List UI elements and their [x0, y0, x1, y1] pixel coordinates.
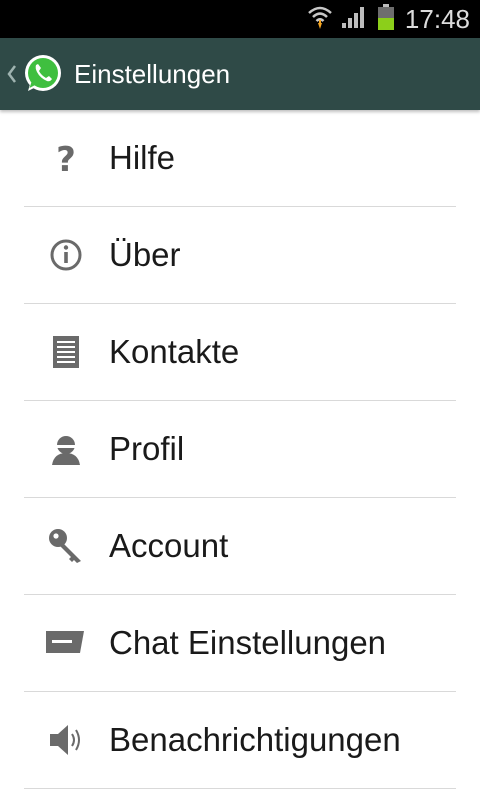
battery-icon — [377, 3, 395, 36]
status-time: 17:48 — [404, 3, 470, 34]
menu-item-profil[interactable]: Profil — [24, 401, 456, 498]
menu-item-kontakte[interactable]: Kontakte — [24, 304, 456, 401]
action-bar: Einstellungen — [0, 38, 480, 110]
menu-item-label: Account — [109, 527, 229, 564]
menu-item-account[interactable]: Account — [24, 498, 456, 595]
profile-icon — [46, 429, 86, 469]
settings-list: ? Hilfe Über Kontakte Profil Account Cha… — [0, 110, 480, 789]
menu-item-ueber[interactable]: Über — [24, 207, 456, 304]
status-bar: 17:48 — [0, 0, 480, 38]
svg-text:?: ? — [56, 140, 76, 178]
back-caret-icon[interactable] — [5, 60, 19, 88]
status-icons: 17:48 — [307, 0, 470, 38]
wifi-icon — [307, 4, 333, 35]
speaker-icon — [46, 720, 86, 760]
menu-item-hilfe[interactable]: ? Hilfe — [24, 110, 456, 207]
menu-item-label: Benachrichtigungen — [109, 721, 401, 758]
menu-item-benachrichtigungen[interactable]: Benachrichtigungen — [24, 692, 456, 789]
menu-item-chat-einstellungen[interactable]: Chat Einstellungen — [24, 595, 456, 692]
action-bar-title: Einstellungen — [74, 59, 231, 89]
menu-item-label: Profil — [109, 430, 185, 467]
contacts-icon — [46, 332, 86, 372]
menu-item-label: Hilfe — [109, 139, 176, 176]
info-icon — [46, 235, 86, 275]
menu-item-label: Chat Einstellungen — [109, 624, 387, 661]
chat-icon — [46, 623, 86, 663]
key-icon — [46, 526, 86, 566]
question-icon: ? — [46, 138, 86, 180]
menu-item-label: Kontakte — [109, 333, 240, 370]
signal-icon — [341, 5, 369, 34]
whatsapp-logo-icon[interactable] — [22, 53, 64, 95]
menu-item-label: Über — [109, 236, 181, 273]
